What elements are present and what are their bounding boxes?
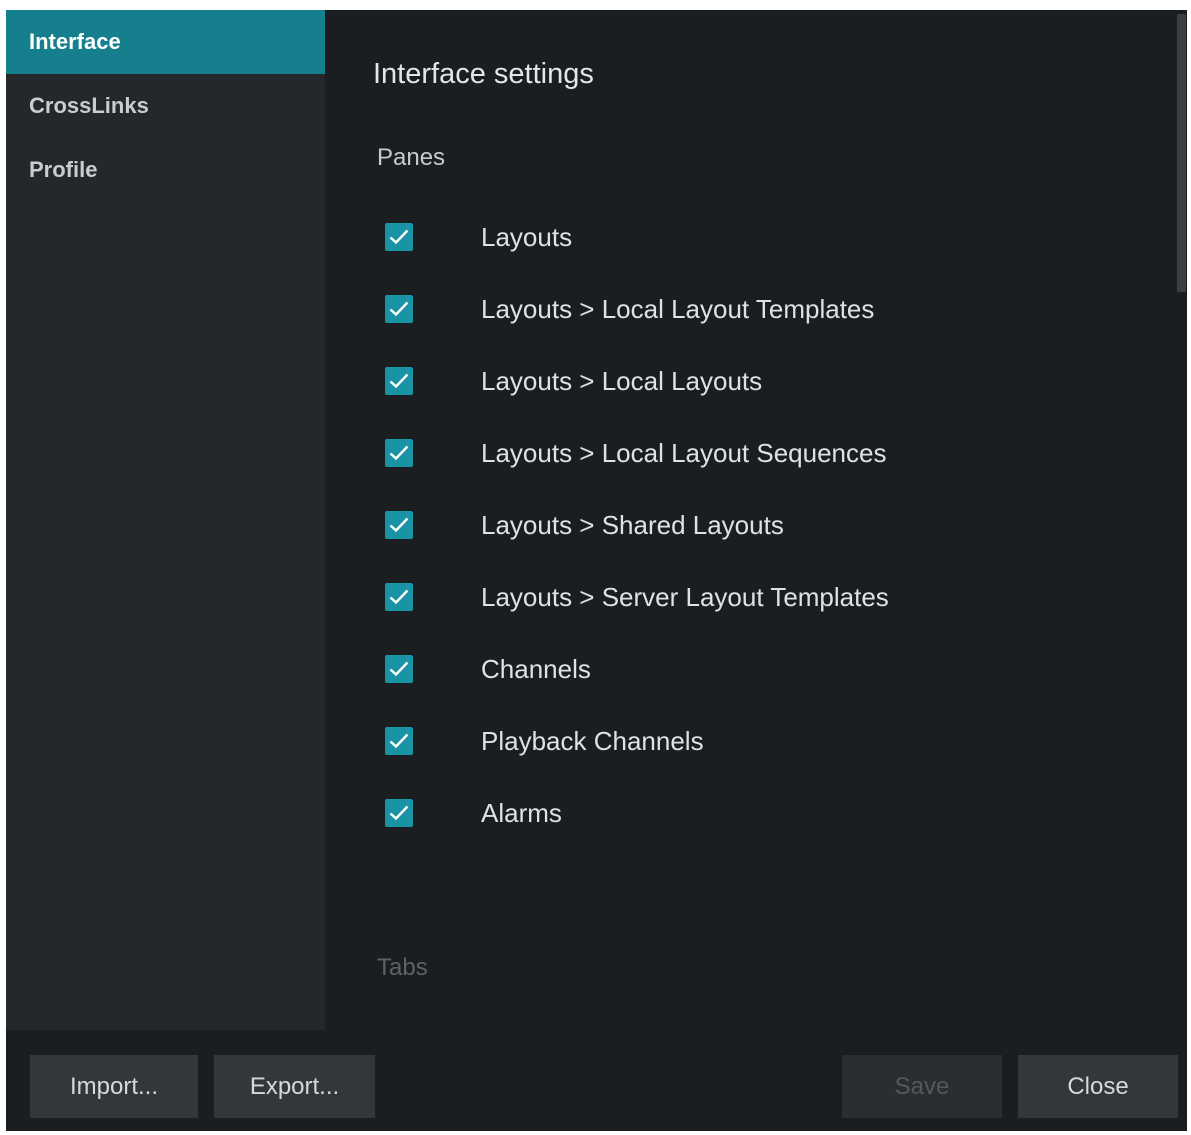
pane-option-local-layout-sequences[interactable]: Layouts > Local Layout Sequences: [385, 433, 1105, 473]
pane-option-channels[interactable]: Channels: [385, 649, 1105, 689]
shared-layouts-checkbox[interactable]: [385, 511, 413, 539]
tabs-heading: Tabs: [377, 954, 428, 981]
scrollbar[interactable]: [1175, 10, 1187, 1030]
pane-option-local-layout-templates[interactable]: Layouts > Local Layout Templates: [385, 289, 1105, 329]
scrollbar-thumb[interactable]: [1177, 14, 1186, 292]
local-layouts-checkbox[interactable]: [385, 367, 413, 395]
pane-option-shared-layouts[interactable]: Layouts > Shared Layouts: [385, 505, 1105, 545]
checkmark-icon: [389, 733, 409, 749]
server-layout-templates-checkbox[interactable]: [385, 583, 413, 611]
export-button[interactable]: Export...: [214, 1055, 375, 1118]
sidebar: Interface CrossLinks Profile: [6, 10, 325, 1030]
checkmark-icon: [389, 301, 409, 317]
panes-heading: Panes: [377, 144, 446, 171]
settings-content: Interface settings Panes Layouts Layouts…: [325, 10, 1187, 1030]
checkmark-icon: [389, 517, 409, 533]
option-label: Layouts > Shared Layouts: [481, 510, 784, 540]
pane-option-local-layouts[interactable]: Layouts > Local Layouts: [385, 361, 1105, 401]
checkmark-icon: [389, 661, 409, 677]
pane-option-alarms[interactable]: Alarms: [385, 793, 1105, 833]
dialog-footer: Import... Export... Save Close: [6, 1030, 1187, 1131]
pane-option-server-layout-templates[interactable]: Layouts > Server Layout Templates: [385, 577, 1105, 617]
sidebar-item-interface[interactable]: Interface: [6, 10, 325, 74]
playback-channels-checkbox[interactable]: [385, 727, 413, 755]
checkmark-icon: [389, 589, 409, 605]
page-title: Interface settings: [373, 58, 594, 90]
checkmark-icon: [389, 805, 409, 821]
option-label: Layouts > Local Layout Sequences: [481, 438, 887, 468]
pane-option-playback-channels[interactable]: Playback Channels: [385, 721, 1105, 761]
checkmark-icon: [389, 229, 409, 245]
option-label: Alarms: [481, 798, 562, 828]
option-label: Layouts > Local Layout Templates: [481, 294, 875, 324]
option-label: Channels: [481, 654, 591, 684]
save-button[interactable]: Save: [842, 1055, 1002, 1118]
close-button[interactable]: Close: [1018, 1055, 1178, 1118]
pane-option-layouts[interactable]: Layouts: [385, 217, 1105, 257]
option-label: Playback Channels: [481, 726, 704, 756]
alarms-checkbox[interactable]: [385, 799, 413, 827]
option-label: Layouts > Server Layout Templates: [481, 582, 889, 612]
local-layout-sequences-checkbox[interactable]: [385, 439, 413, 467]
sidebar-item-profile[interactable]: Profile: [6, 138, 325, 202]
checkmark-icon: [389, 445, 409, 461]
layouts-checkbox[interactable]: [385, 223, 413, 251]
option-label: Layouts > Local Layouts: [481, 366, 763, 396]
channels-checkbox[interactable]: [385, 655, 413, 683]
import-button[interactable]: Import...: [30, 1055, 198, 1118]
settings-dialog: Interface CrossLinks Profile Interface s…: [6, 10, 1187, 1131]
sidebar-item-crosslinks[interactable]: CrossLinks: [6, 74, 325, 138]
local-layout-templates-checkbox[interactable]: [385, 295, 413, 323]
checkmark-icon: [389, 373, 409, 389]
option-label: Layouts: [481, 222, 573, 252]
